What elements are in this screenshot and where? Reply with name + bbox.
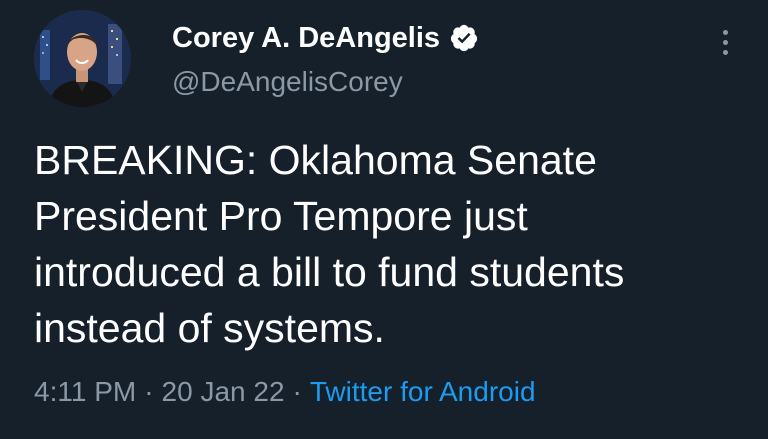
tweet-source-link[interactable]: Twitter for Android [310, 376, 536, 407]
tweet-text-line: instead of systems. [34, 305, 385, 351]
tweet-text-line: BREAKING: Oklahoma Senate [34, 137, 597, 183]
more-vertical-icon[interactable] [712, 24, 738, 60]
avatar[interactable] [34, 10, 131, 107]
tweet-text: BREAKING: Oklahoma Senate President Pro … [34, 132, 754, 356]
tweet-time[interactable]: 4:11 PM [34, 376, 136, 407]
tweet-card: Corey A. DeAngelis @DeAngelisCorey BREAK… [0, 0, 768, 439]
more-dot [722, 49, 728, 55]
tweet-date[interactable]: 20 Jan 22 [162, 376, 285, 407]
tweet-text-line: President Pro Tempore just [34, 193, 528, 239]
tweet-text-line: introduced a bill to fund students [34, 249, 625, 295]
meta-separator: · [292, 376, 302, 407]
author-handle[interactable]: @DeAngelisCorey [172, 66, 403, 98]
tweet-meta: 4:11 PM · 20 Jan 22 · Twitter for Android [34, 376, 536, 408]
meta-separator: · [144, 376, 154, 407]
verified-badge-icon [450, 24, 478, 52]
more-dot [722, 29, 728, 35]
author-name-row[interactable]: Corey A. DeAngelis [172, 18, 479, 58]
display-name[interactable]: Corey A. DeAngelis [172, 22, 440, 55]
more-dot [722, 39, 728, 45]
